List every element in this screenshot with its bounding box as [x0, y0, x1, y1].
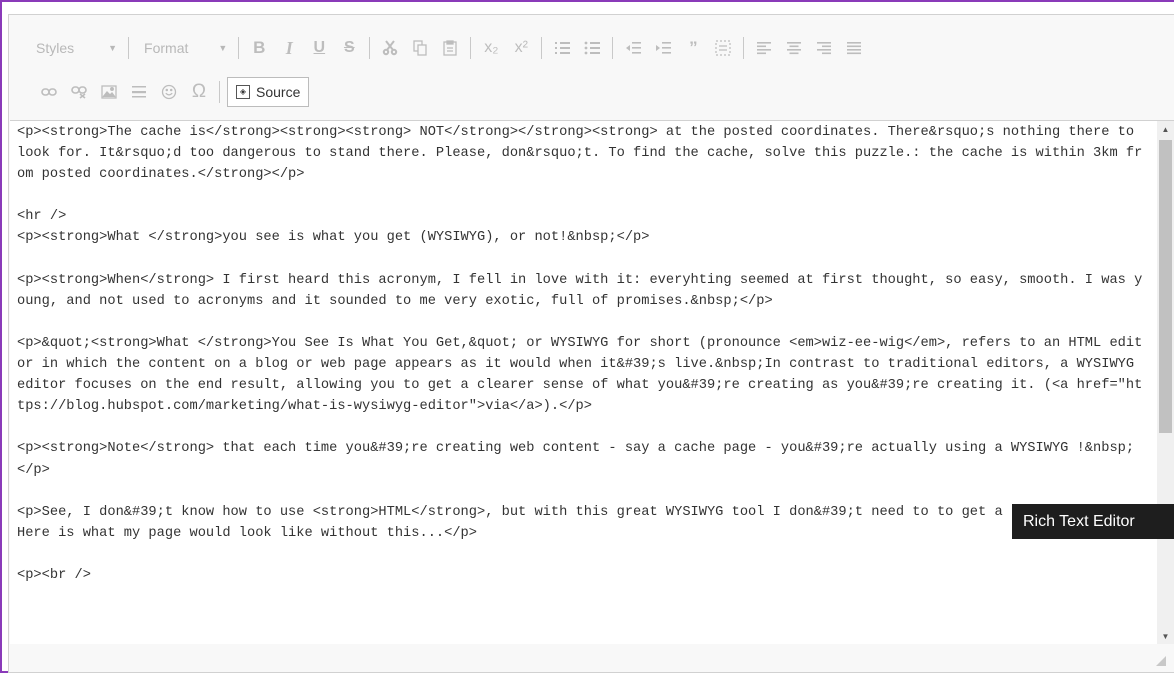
rich-text-editor: Styles ▼ Format ▼ B I U S x₂ x² ” Ω ◈ So…: [8, 14, 1174, 673]
image-icon: [101, 85, 117, 99]
bulleted-list-icon: [584, 41, 601, 55]
resize-grip-icon[interactable]: [1156, 656, 1166, 666]
paste-button[interactable]: [436, 35, 464, 61]
toolbar-separator: [369, 37, 371, 59]
source-editing-area[interactable]: <p><strong>The cache is</strong><strong>…: [10, 120, 1174, 646]
toolbar-separator: [541, 37, 543, 59]
scrollbar-thumb[interactable]: [1159, 140, 1172, 433]
source-button-label: Source: [256, 84, 301, 100]
justify-button[interactable]: [840, 35, 868, 61]
clipboard-icon: [443, 40, 457, 56]
italic-button[interactable]: I: [275, 35, 303, 61]
smiley-icon: [161, 84, 177, 100]
scroll-up-arrow-icon[interactable]: ▲: [1157, 121, 1174, 138]
toolbar-separator: [743, 37, 745, 59]
decrease-indent-button[interactable]: [619, 35, 647, 61]
align-center-button[interactable]: [780, 35, 808, 61]
horizontal-line-icon: [132, 86, 146, 98]
cut-button[interactable]: [376, 35, 404, 61]
numbered-list-icon: [555, 42, 571, 54]
format-dropdown[interactable]: Format ▼: [134, 36, 233, 60]
editor-status-bar: [9, 644, 1174, 672]
toolbar-row-1: Styles ▼ Format ▼ B I U S x₂ x² ”: [9, 33, 869, 63]
editor-toolbar: Styles ▼ Format ▼ B I U S x₂ x² ” Ω ◈ So…: [9, 15, 1174, 119]
superscript-button[interactable]: x²: [507, 35, 535, 61]
align-center-icon: [787, 42, 802, 55]
special-character-button[interactable]: Ω: [185, 79, 213, 105]
align-left-button[interactable]: [750, 35, 778, 61]
toolbar-separator: [128, 37, 130, 59]
chevron-down-icon: ▼: [108, 43, 118, 53]
outdent-icon: [626, 42, 642, 54]
strikethrough-button[interactable]: S: [335, 35, 363, 61]
align-justify-icon: [847, 42, 862, 55]
bulleted-list-button[interactable]: [578, 35, 606, 61]
numbered-list-button[interactable]: [548, 35, 576, 61]
toolbar-row-2: Ω ◈ Source: [9, 77, 310, 107]
toolbar-separator: [238, 37, 240, 59]
styles-label: Styles: [36, 40, 75, 56]
chevron-down-icon: ▼: [218, 43, 228, 53]
underline-button[interactable]: U: [305, 35, 333, 61]
styles-dropdown[interactable]: Styles ▼: [9, 36, 123, 60]
toolbar-separator: [470, 37, 472, 59]
format-label: Format: [144, 40, 189, 56]
unlink-button[interactable]: [65, 79, 93, 105]
align-right-button[interactable]: [810, 35, 838, 61]
toolbar-separator: [612, 37, 614, 59]
toolbar-separator: [219, 81, 220, 103]
align-left-icon: [757, 42, 772, 55]
scroll-down-arrow-icon[interactable]: ▼: [1157, 628, 1174, 645]
source-textarea[interactable]: <p><strong>The cache is</strong><strong>…: [17, 122, 1147, 642]
link-button[interactable]: [35, 79, 63, 105]
link-icon: [41, 88, 57, 96]
div-container-icon: [715, 40, 731, 56]
blockquote-button[interactable]: ”: [679, 35, 707, 61]
copy-icon: [413, 40, 427, 56]
editor-tooltip: Rich Text Editor: [1012, 504, 1174, 539]
image-button[interactable]: [95, 79, 123, 105]
bold-button[interactable]: B: [245, 35, 273, 61]
align-right-icon: [817, 42, 832, 55]
horizontal-line-button[interactable]: [125, 79, 153, 105]
increase-indent-button[interactable]: [649, 35, 677, 61]
source-button[interactable]: ◈ Source: [227, 77, 310, 107]
smiley-button[interactable]: [155, 79, 183, 105]
unlink-icon: [71, 86, 87, 99]
copy-button[interactable]: [406, 35, 434, 61]
subscript-button[interactable]: x₂: [477, 35, 505, 61]
scissors-icon: [383, 40, 398, 56]
div-container-button[interactable]: [709, 35, 737, 61]
source-icon: ◈: [236, 85, 250, 99]
indent-icon: [656, 42, 672, 54]
vertical-scrollbar[interactable]: ▲ ▼: [1157, 121, 1174, 645]
